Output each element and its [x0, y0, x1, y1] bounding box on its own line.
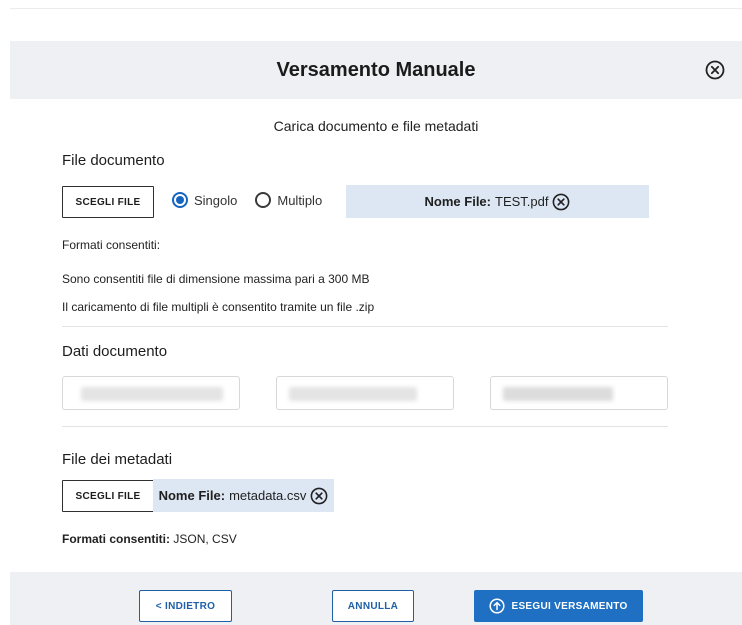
formats-label: Formati consentiti:: [62, 238, 161, 252]
radio-singolo-label: Singolo: [194, 192, 238, 208]
divider: [62, 326, 668, 327]
upload-mode-radio-group: Singolo Multiplo: [172, 192, 322, 208]
document-field-2[interactable]: [276, 376, 454, 410]
submit-button-label: ESEGUI VERSAMENTO: [511, 600, 628, 612]
modal-subtitle: Carica documento e file metadati: [273, 118, 479, 134]
modal-footer: < INDIETRO ANNULLA ESEGUI VERSAMENTO: [10, 572, 742, 625]
document-field-1[interactable]: [62, 376, 240, 410]
upload-icon: [489, 598, 506, 614]
radio-multiplo-label: Multiplo: [277, 192, 323, 208]
file-metadati-title: File dei metadati: [62, 451, 173, 468]
choose-metadata-button[interactable]: SCEGLI FILE: [62, 480, 154, 512]
submit-button[interactable]: ESEGUI VERSAMENTO: [474, 590, 643, 622]
choose-document-button[interactable]: SCEGLI FILE: [62, 186, 154, 218]
modal-header: Versamento Manuale: [10, 41, 742, 99]
modal-title: Versamento Manuale: [276, 58, 476, 81]
radio-unchecked-icon: [255, 192, 272, 208]
document-file-name: TEST.pdf: [495, 194, 549, 209]
metadata-formats: Formati consentiti: JSON, CSV: [62, 532, 237, 546]
radio-checked-icon: [172, 192, 188, 208]
document-field-3[interactable]: [490, 376, 668, 410]
top-spacer: [0, 0, 742, 41]
metadata-formats-label: Formati consentiti:: [62, 532, 171, 546]
file-name-label: Nome File:: [158, 488, 226, 503]
multi-file-note: Il caricamento di file multipli è consen…: [62, 300, 375, 314]
file-name-label: Nome File:: [424, 194, 491, 209]
cancel-button[interactable]: ANNULLA: [332, 590, 414, 622]
radio-singolo[interactable]: Singolo: [172, 192, 237, 208]
remove-document-icon[interactable]: [552, 193, 570, 211]
radio-multiplo[interactable]: Multiplo: [255, 192, 322, 208]
divider: [62, 426, 668, 427]
back-button[interactable]: < INDIETRO: [139, 590, 232, 622]
dati-documento-title: Dati documento: [62, 343, 168, 360]
file-documento-title: File documento: [62, 152, 165, 169]
metadata-file-name: metadata.csv: [229, 488, 307, 503]
close-icon[interactable]: [704, 59, 726, 81]
remove-metadata-icon[interactable]: [310, 487, 328, 505]
metadata-formats-value: JSON, CSV: [173, 532, 237, 546]
document-file-chip: Nome File: TEST.pdf: [346, 185, 649, 218]
size-note: Sono consentiti file di dimensione massi…: [62, 272, 370, 286]
metadata-file-chip: Nome File: metadata.csv: [153, 479, 334, 512]
